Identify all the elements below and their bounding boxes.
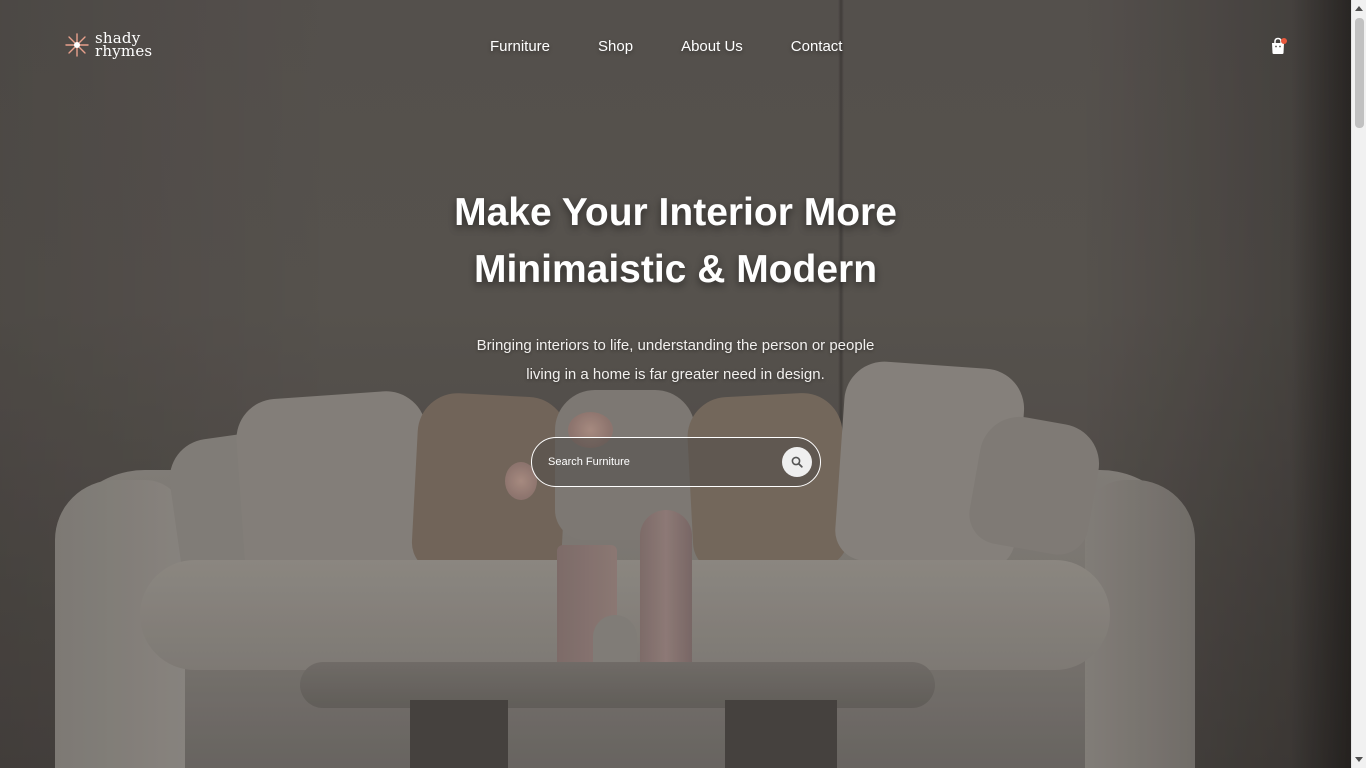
brand-name: shady rhymes [95, 31, 153, 60]
hero-title-line2: Minimaistic & Modern [473, 248, 878, 291]
nav-item-about-us[interactable]: About Us [681, 38, 743, 55]
hero-subtitle-line2: living in a home is far greater need in … [526, 366, 825, 383]
search-icon [791, 456, 803, 468]
nav-item-contact[interactable]: Contact [791, 38, 843, 55]
search-input[interactable] [532, 438, 782, 486]
sparkle-logo-icon [65, 33, 89, 57]
brand-logo[interactable]: shady rhymes [65, 31, 153, 60]
nav-item-shop[interactable]: Shop [598, 38, 633, 55]
search-button[interactable] [782, 447, 812, 477]
hero-title-line1: Make Your Interior More [454, 191, 897, 234]
site-header: shady rhymes Furniture Shop About Us Con… [0, 0, 1351, 96]
hero-subtitle-line1: Bringing interiors to life, understandin… [476, 337, 875, 354]
scroll-down-arrow-icon[interactable] [1355, 757, 1363, 762]
hero-title: Make Your Interior More Minimaistic & Mo… [0, 184, 1351, 298]
page-scrollbar[interactable] [1351, 0, 1366, 768]
scrollbar-thumb[interactable] [1355, 18, 1364, 128]
cart-badge [1281, 38, 1287, 44]
search-bar [531, 437, 821, 487]
hero-subtitle: Bringing interiors to life, understandin… [0, 331, 1351, 389]
scroll-up-arrow-icon[interactable] [1355, 6, 1363, 11]
nav-item-furniture[interactable]: Furniture [490, 38, 550, 55]
main-nav: Furniture Shop About Us Contact [490, 38, 842, 55]
brand-name-line2: rhymes [95, 42, 153, 60]
